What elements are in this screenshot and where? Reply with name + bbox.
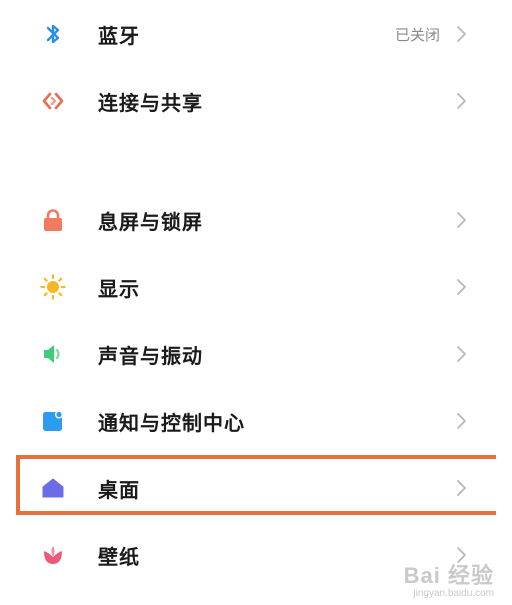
chevron-right-icon [457, 212, 466, 228]
settings-item-label: 壁纸 [98, 544, 140, 569]
settings-item-display[interactable]: 显示 [0, 255, 512, 319]
chevron-right-icon [457, 279, 466, 295]
settings-item-label: 连接与共享 [98, 90, 203, 115]
settings-item-lock-screen[interactable]: 息屏与锁屏 [0, 188, 512, 252]
settings-item-label: 蓝牙 [98, 23, 140, 48]
bluetooth-status: 已关闭 [394, 25, 440, 44]
chevron-right-icon [457, 413, 466, 429]
watermark-sub-text: jingyan.baidu.com [413, 588, 494, 599]
bluetooth-icon [40, 21, 66, 47]
settings-item-sound-vibration[interactable]: 声音与振动 [0, 322, 512, 386]
settings-item-label: 息屏与锁屏 [98, 209, 203, 234]
connection-share-icon [40, 88, 66, 114]
watermark-logo: Bai 经验 jingyan.baidu.com [404, 565, 494, 599]
settings-item-label: 通知与控制中心 [98, 410, 245, 435]
notification-icon [40, 408, 66, 434]
wallpaper-flower-icon [40, 542, 66, 568]
sun-icon [40, 274, 66, 300]
chevron-right-icon [457, 93, 466, 109]
watermark-main-text: Bai 经验 [403, 563, 494, 588]
lock-icon [40, 207, 66, 233]
home-icon [40, 475, 66, 501]
settings-item-label: 显示 [98, 276, 140, 301]
chevron-right-icon [457, 346, 466, 362]
chevron-right-icon [457, 480, 466, 496]
chevron-right-icon [457, 26, 466, 42]
settings-item-home-screen[interactable]: 桌面 [0, 456, 512, 520]
speaker-icon [40, 341, 66, 367]
settings-item-label: 声音与振动 [98, 343, 203, 368]
settings-item-bluetooth[interactable]: 蓝牙 已关闭 [0, 2, 512, 66]
settings-item-notification-control[interactable]: 通知与控制中心 [0, 389, 512, 453]
settings-list: 蓝牙 已关闭 连接与共享 息屏与锁屏 显示 声音与振动 通知与控制中心 桌面 壁… [0, 0, 512, 605]
settings-item-connection-share[interactable]: 连接与共享 [0, 69, 512, 133]
chevron-right-icon [457, 547, 466, 563]
settings-item-label: 桌面 [98, 477, 140, 502]
